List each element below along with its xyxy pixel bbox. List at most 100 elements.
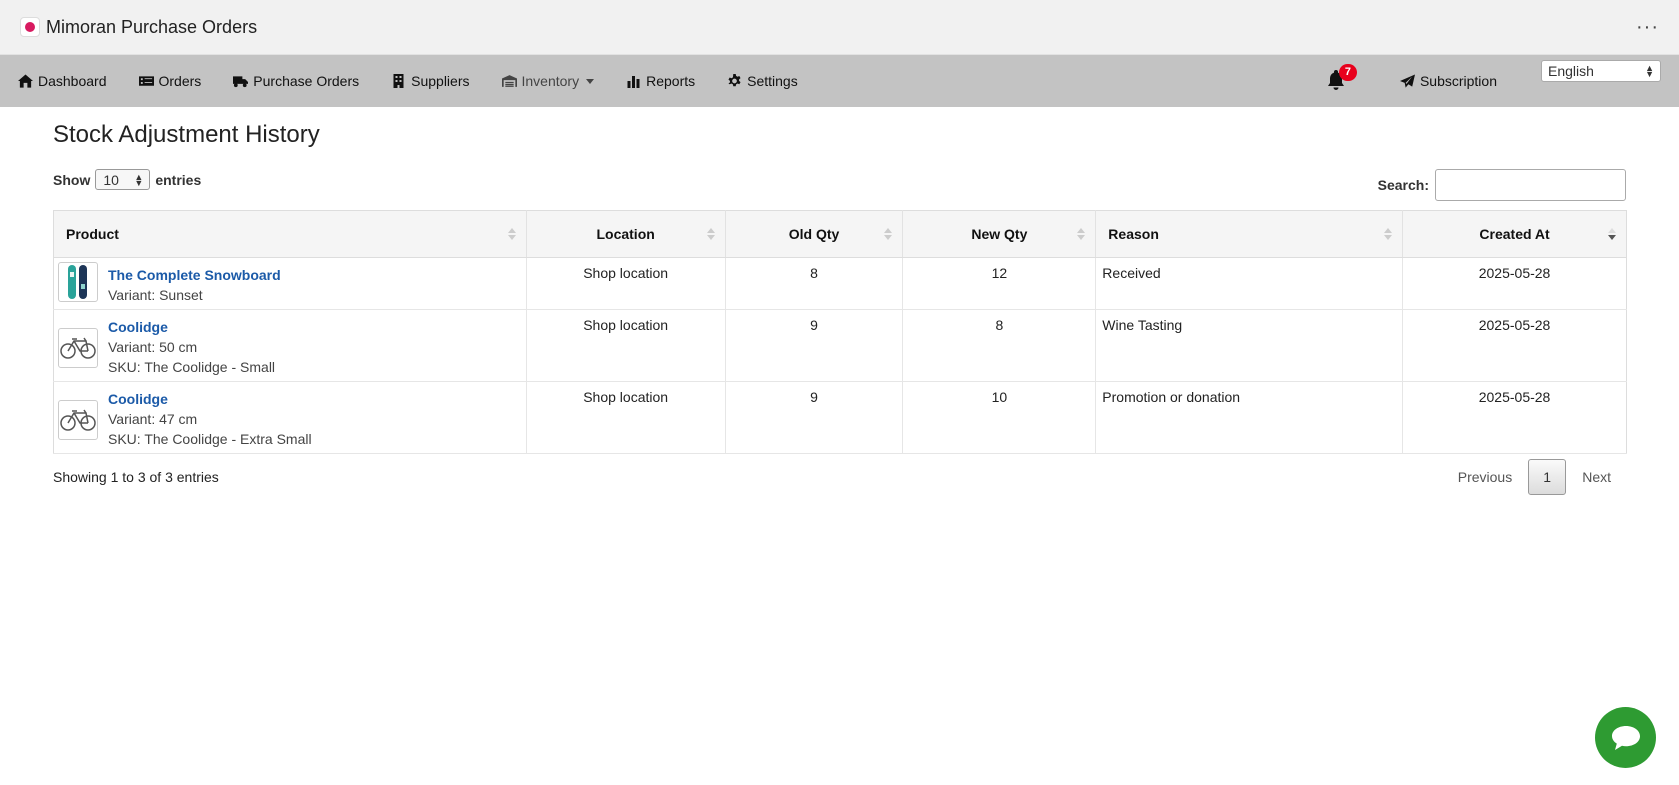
truck-icon: [233, 76, 249, 88]
caret-down-icon: [586, 78, 595, 84]
search-input[interactable]: [1435, 169, 1626, 201]
building-icon: [393, 74, 404, 88]
bar-chart-icon: [627, 76, 640, 88]
column-header-product-label: Product: [66, 226, 119, 242]
main-navbar: Dashboard Orders Purchase Orders Supplie…: [0, 55, 1679, 107]
page-length-control: Show 10 ▲ ▼ entries: [53, 169, 201, 190]
location-cell: Shop location: [526, 381, 726, 454]
order-card-icon: [138, 76, 154, 86]
nav-subscription[interactable]: Subscription: [1399, 73, 1497, 89]
nav-inventory-dropdown[interactable]: Inventory: [501, 73, 595, 89]
old-qty-cell: 8: [725, 257, 904, 310]
created-at-cell: 2025-05-28: [1402, 381, 1627, 454]
gear-icon: [728, 74, 741, 87]
column-header-created-at[interactable]: Created At: [1402, 210, 1627, 258]
column-header-new-qty-label: New Qty: [971, 226, 1028, 242]
product-cell: Coolidge Variant: 47 cm SKU: The Coolidg…: [53, 381, 527, 454]
product-variant: Variant: 47 cm: [108, 411, 198, 427]
language-select[interactable]: English ▲ ▼: [1541, 60, 1661, 82]
sort-icon: [1077, 228, 1086, 240]
pagination: Previous 1 Next: [1442, 459, 1627, 495]
nav-settings-label: Settings: [747, 73, 798, 89]
nav-reports-label: Reports: [646, 73, 696, 89]
sort-icon: [884, 228, 893, 240]
product-link[interactable]: The Complete Snowboard: [108, 265, 281, 285]
nav-inventory-label: Inventory: [521, 73, 580, 89]
select-arrows-icon: ▲ ▼: [1645, 63, 1654, 79]
stock-adjustment-table: Product Location Old Qty New Qty Reason: [53, 210, 1627, 454]
column-header-new-qty[interactable]: New Qty: [902, 210, 1097, 258]
table-row: Coolidge Variant: 47 cm SKU: The Coolidg…: [53, 381, 1627, 454]
home-icon: [18, 74, 33, 88]
reason-cell: Wine Tasting: [1095, 309, 1404, 382]
reason-cell: Promotion or donation: [1095, 381, 1404, 454]
column-header-product[interactable]: Product: [53, 210, 527, 258]
notification-count-badge: 7: [1338, 63, 1357, 81]
product-cell: The Complete Snowboard Variant: Sunset: [53, 257, 527, 310]
product-variant: Variant: 50 cm: [108, 339, 198, 355]
sort-icon: [1384, 228, 1393, 240]
pagination-page-1[interactable]: 1: [1528, 459, 1567, 495]
bicycle-icon: [58, 328, 98, 368]
page-title: Stock Adjustment History: [53, 121, 320, 148]
nav-purchase-orders[interactable]: Purchase Orders: [233, 73, 359, 89]
reason-cell: Received: [1095, 257, 1404, 310]
more-menu-icon[interactable]: ···: [1636, 16, 1659, 39]
new-qty-cell: 10: [902, 381, 1097, 454]
page-length-select[interactable]: 10 ▲ ▼: [95, 169, 151, 190]
sort-icon: [706, 228, 715, 240]
chat-button[interactable]: [1595, 707, 1656, 768]
snowboard-icon: [58, 262, 98, 302]
column-header-reason-label: Reason: [1108, 226, 1159, 242]
old-qty-cell: 9: [725, 309, 904, 382]
pagination-previous[interactable]: Previous: [1442, 469, 1528, 485]
page-length-value: 10: [103, 171, 119, 188]
bicycle-icon: [58, 400, 98, 440]
nav-purchase-orders-label: Purchase Orders: [253, 73, 360, 89]
table-footer: Showing 1 to 3 of 3 entries Previous 1 N…: [53, 459, 1627, 495]
nav-dashboard[interactable]: Dashboard: [18, 73, 107, 89]
new-qty-cell: 12: [902, 257, 1097, 310]
column-header-old-qty[interactable]: Old Qty: [725, 210, 904, 258]
chat-bubble-icon: [1611, 725, 1640, 750]
notifications-button[interactable]: 7: [1326, 63, 1357, 93]
created-at-cell: 2025-05-28: [1402, 257, 1627, 310]
language-select-value: English: [1548, 63, 1594, 79]
column-header-location[interactable]: Location: [526, 210, 726, 258]
table-row: The Complete Snowboard Variant: Sunset S…: [53, 257, 1627, 310]
table-header-row: Product Location Old Qty New Qty Reason: [53, 210, 1627, 258]
product-variant: Variant: Sunset: [108, 287, 203, 303]
nav-subscription-label: Subscription: [1419, 73, 1497, 89]
column-header-location-label: Location: [596, 226, 655, 242]
nav-suppliers[interactable]: Suppliers: [391, 73, 470, 89]
app-logo: [20, 17, 40, 37]
entries-label: entries: [155, 171, 202, 188]
warehouse-icon: [501, 75, 517, 87]
sort-icon: [507, 228, 516, 240]
main-content: Stock Adjustment History Show 10 ▲ ▼ entr…: [0, 107, 1679, 495]
table-row: Coolidge Variant: 50 cm SKU: The Coolidg…: [53, 309, 1627, 382]
pagination-next[interactable]: Next: [1566, 469, 1627, 485]
select-arrows-icon: ▲ ▼: [134, 171, 144, 188]
created-at-cell: 2025-05-28: [1402, 309, 1627, 382]
nav-settings[interactable]: Settings: [727, 73, 798, 89]
location-cell: Shop location: [526, 309, 726, 382]
product-link[interactable]: Coolidge: [108, 317, 275, 337]
sort-desc-icon: [1608, 228, 1616, 240]
column-header-reason[interactable]: Reason: [1095, 210, 1404, 258]
nav-orders-label: Orders: [158, 73, 202, 89]
search-control: Search:: [1378, 169, 1626, 201]
location-cell: Shop location: [526, 257, 726, 310]
nav-orders[interactable]: Orders: [138, 73, 202, 89]
new-qty-cell: 8: [902, 309, 1097, 382]
show-label: Show: [53, 171, 91, 188]
app-title: Mimoran Purchase Orders: [46, 16, 258, 37]
product-sku: SKU: The Coolidge - Small: [108, 359, 276, 375]
nav-suppliers-label: Suppliers: [411, 73, 470, 89]
search-label: Search:: [1377, 177, 1429, 193]
old-qty-cell: 9: [725, 381, 904, 454]
table-info: Showing 1 to 3 of 3 entries: [53, 469, 219, 485]
nav-reports[interactable]: Reports: [626, 73, 695, 89]
product-link[interactable]: Coolidge: [108, 389, 312, 409]
product-cell: Coolidge Variant: 50 cm SKU: The Coolidg…: [53, 309, 527, 382]
